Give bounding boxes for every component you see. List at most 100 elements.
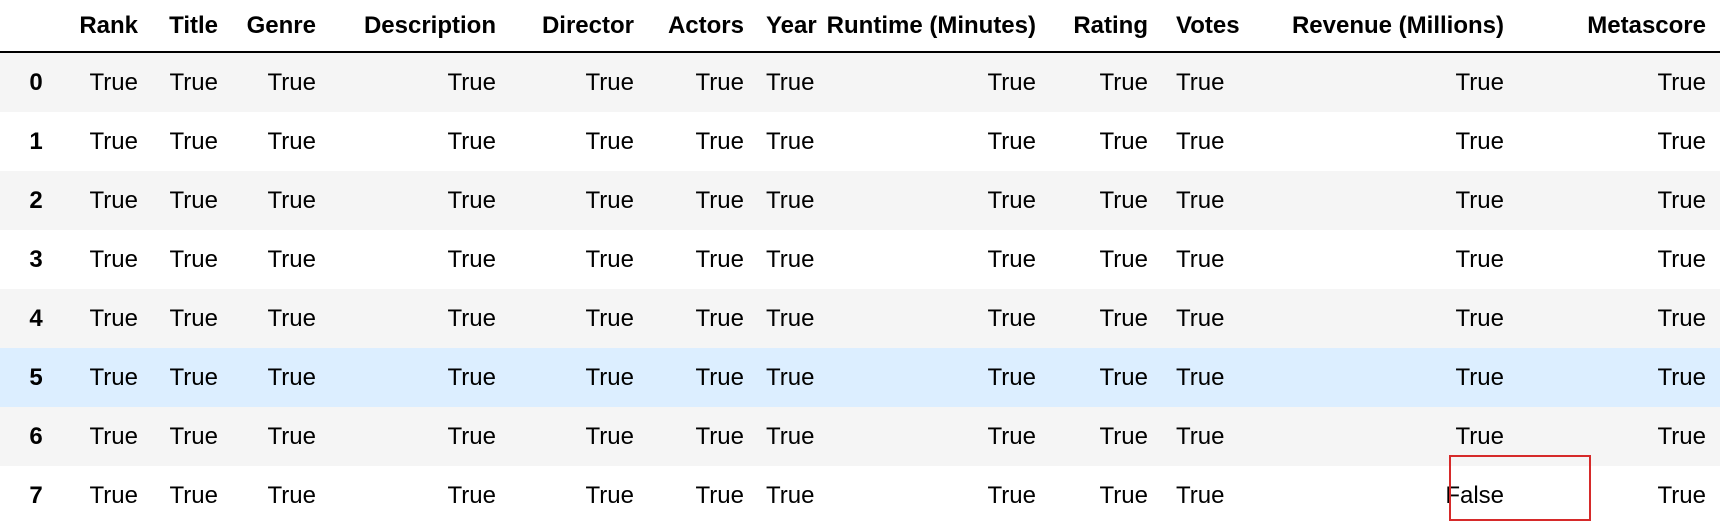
- table-row[interactable]: 7 True True True True True True True True True Tru…: [0, 466, 1720, 524]
- cell-director: True: [510, 289, 648, 348]
- cell-description: True: [330, 466, 510, 524]
- cell-metascore: True: [1518, 112, 1720, 171]
- cell-genre: True: [232, 289, 330, 348]
- cell-director: True: [510, 52, 648, 112]
- cell-revenue: True: [1260, 112, 1518, 171]
- table-row[interactable]: 2 True True True True True True True True True Tru…: [0, 171, 1720, 230]
- cell-title: True: [152, 348, 232, 407]
- row-index: 4: [0, 289, 72, 348]
- cell-rank: True: [72, 230, 152, 289]
- cell-year: True: [758, 112, 820, 171]
- cell-runtime: True: [820, 407, 1050, 466]
- cell-rating: True: [1050, 230, 1162, 289]
- cell-votes: True: [1162, 289, 1260, 348]
- cell-metascore: True: [1518, 289, 1720, 348]
- cell-rank: True: [72, 407, 152, 466]
- cell-actors: True: [648, 348, 758, 407]
- cell-actors: True: [648, 52, 758, 112]
- cell-title: True: [152, 407, 232, 466]
- cell-revenue: True: [1260, 230, 1518, 289]
- cell-actors: True: [648, 289, 758, 348]
- row-index: 6: [0, 407, 72, 466]
- cell-actors: True: [648, 466, 758, 524]
- cell-rating: True: [1050, 112, 1162, 171]
- cell-rating: True: [1050, 289, 1162, 348]
- cell-director: True: [510, 230, 648, 289]
- cell-genre: True: [232, 466, 330, 524]
- cell-title: True: [152, 230, 232, 289]
- header-index: [0, 0, 72, 53]
- cell-year: True: [758, 171, 820, 230]
- row-index: 2: [0, 171, 72, 230]
- dataframe-table: Rank Title Genre Description Director Ac…: [0, 0, 1720, 524]
- cell-votes: True: [1162, 466, 1260, 524]
- table-row[interactable]: 3 True True True True True True True True True Tru…: [0, 230, 1720, 289]
- cell-description: True: [330, 171, 510, 230]
- cell-description: True: [330, 289, 510, 348]
- cell-rank: True: [72, 112, 152, 171]
- header-description: Description: [330, 0, 510, 53]
- cell-director: True: [510, 171, 648, 230]
- cell-votes: True: [1162, 407, 1260, 466]
- cell-actors: True: [648, 112, 758, 171]
- cell-year: True: [758, 230, 820, 289]
- cell-votes: True: [1162, 171, 1260, 230]
- table-row[interactable]: 4 True True True True True True True True True Tru…: [0, 289, 1720, 348]
- header-votes: Votes: [1162, 0, 1260, 53]
- cell-revenue: False: [1260, 466, 1518, 524]
- cell-actors: True: [648, 171, 758, 230]
- table-row[interactable]: 5 True True True True True True True True True Tru…: [0, 348, 1720, 407]
- dataframe-output: Rank Title Genre Description Director Ac…: [0, 0, 1720, 524]
- cell-genre: True: [232, 171, 330, 230]
- cell-revenue: True: [1260, 289, 1518, 348]
- header-actors: Actors: [648, 0, 758, 53]
- cell-actors: True: [648, 407, 758, 466]
- cell-rank: True: [72, 171, 152, 230]
- table-row[interactable]: 1 True True True True True True True True True Tru…: [0, 112, 1720, 171]
- cell-rank: True: [72, 52, 152, 112]
- cell-runtime: True: [820, 348, 1050, 407]
- header-year: Year: [758, 0, 820, 53]
- cell-genre: True: [232, 348, 330, 407]
- cell-year: True: [758, 289, 820, 348]
- cell-rating: True: [1050, 171, 1162, 230]
- cell-title: True: [152, 112, 232, 171]
- cell-rank: True: [72, 466, 152, 524]
- cell-runtime: True: [820, 466, 1050, 524]
- cell-title: True: [152, 52, 232, 112]
- cell-runtime: True: [820, 112, 1050, 171]
- cell-runtime: True: [820, 289, 1050, 348]
- header-rating: Rating: [1050, 0, 1162, 53]
- cell-rank: True: [72, 289, 152, 348]
- cell-actors: True: [648, 230, 758, 289]
- row-index: 0: [0, 52, 72, 112]
- cell-revenue: True: [1260, 348, 1518, 407]
- table-row[interactable]: 0 True True True True True True True True True Tru…: [0, 52, 1720, 112]
- cell-revenue: True: [1260, 52, 1518, 112]
- cell-director: True: [510, 112, 648, 171]
- cell-title: True: [152, 171, 232, 230]
- cell-director: True: [510, 407, 648, 466]
- table-row[interactable]: 6 True True True True True True True True True Tru…: [0, 407, 1720, 466]
- cell-metascore: True: [1518, 230, 1720, 289]
- cell-year: True: [758, 466, 820, 524]
- cell-runtime: True: [820, 52, 1050, 112]
- row-index: 1: [0, 112, 72, 171]
- cell-description: True: [330, 407, 510, 466]
- cell-votes: True: [1162, 112, 1260, 171]
- table-header: Rank Title Genre Description Director Ac…: [0, 0, 1720, 53]
- cell-votes: True: [1162, 230, 1260, 289]
- cell-year: True: [758, 407, 820, 466]
- header-row: Rank Title Genre Description Director Ac…: [0, 0, 1720, 53]
- cell-metascore: True: [1518, 171, 1720, 230]
- cell-rating: True: [1050, 466, 1162, 524]
- cell-director: True: [510, 348, 648, 407]
- header-rank: Rank: [72, 0, 152, 53]
- cell-director: True: [510, 466, 648, 524]
- cell-description: True: [330, 52, 510, 112]
- header-title: Title: [152, 0, 232, 53]
- header-genre: Genre: [232, 0, 330, 53]
- cell-metascore: True: [1518, 52, 1720, 112]
- cell-metascore: True: [1518, 348, 1720, 407]
- cell-description: True: [330, 112, 510, 171]
